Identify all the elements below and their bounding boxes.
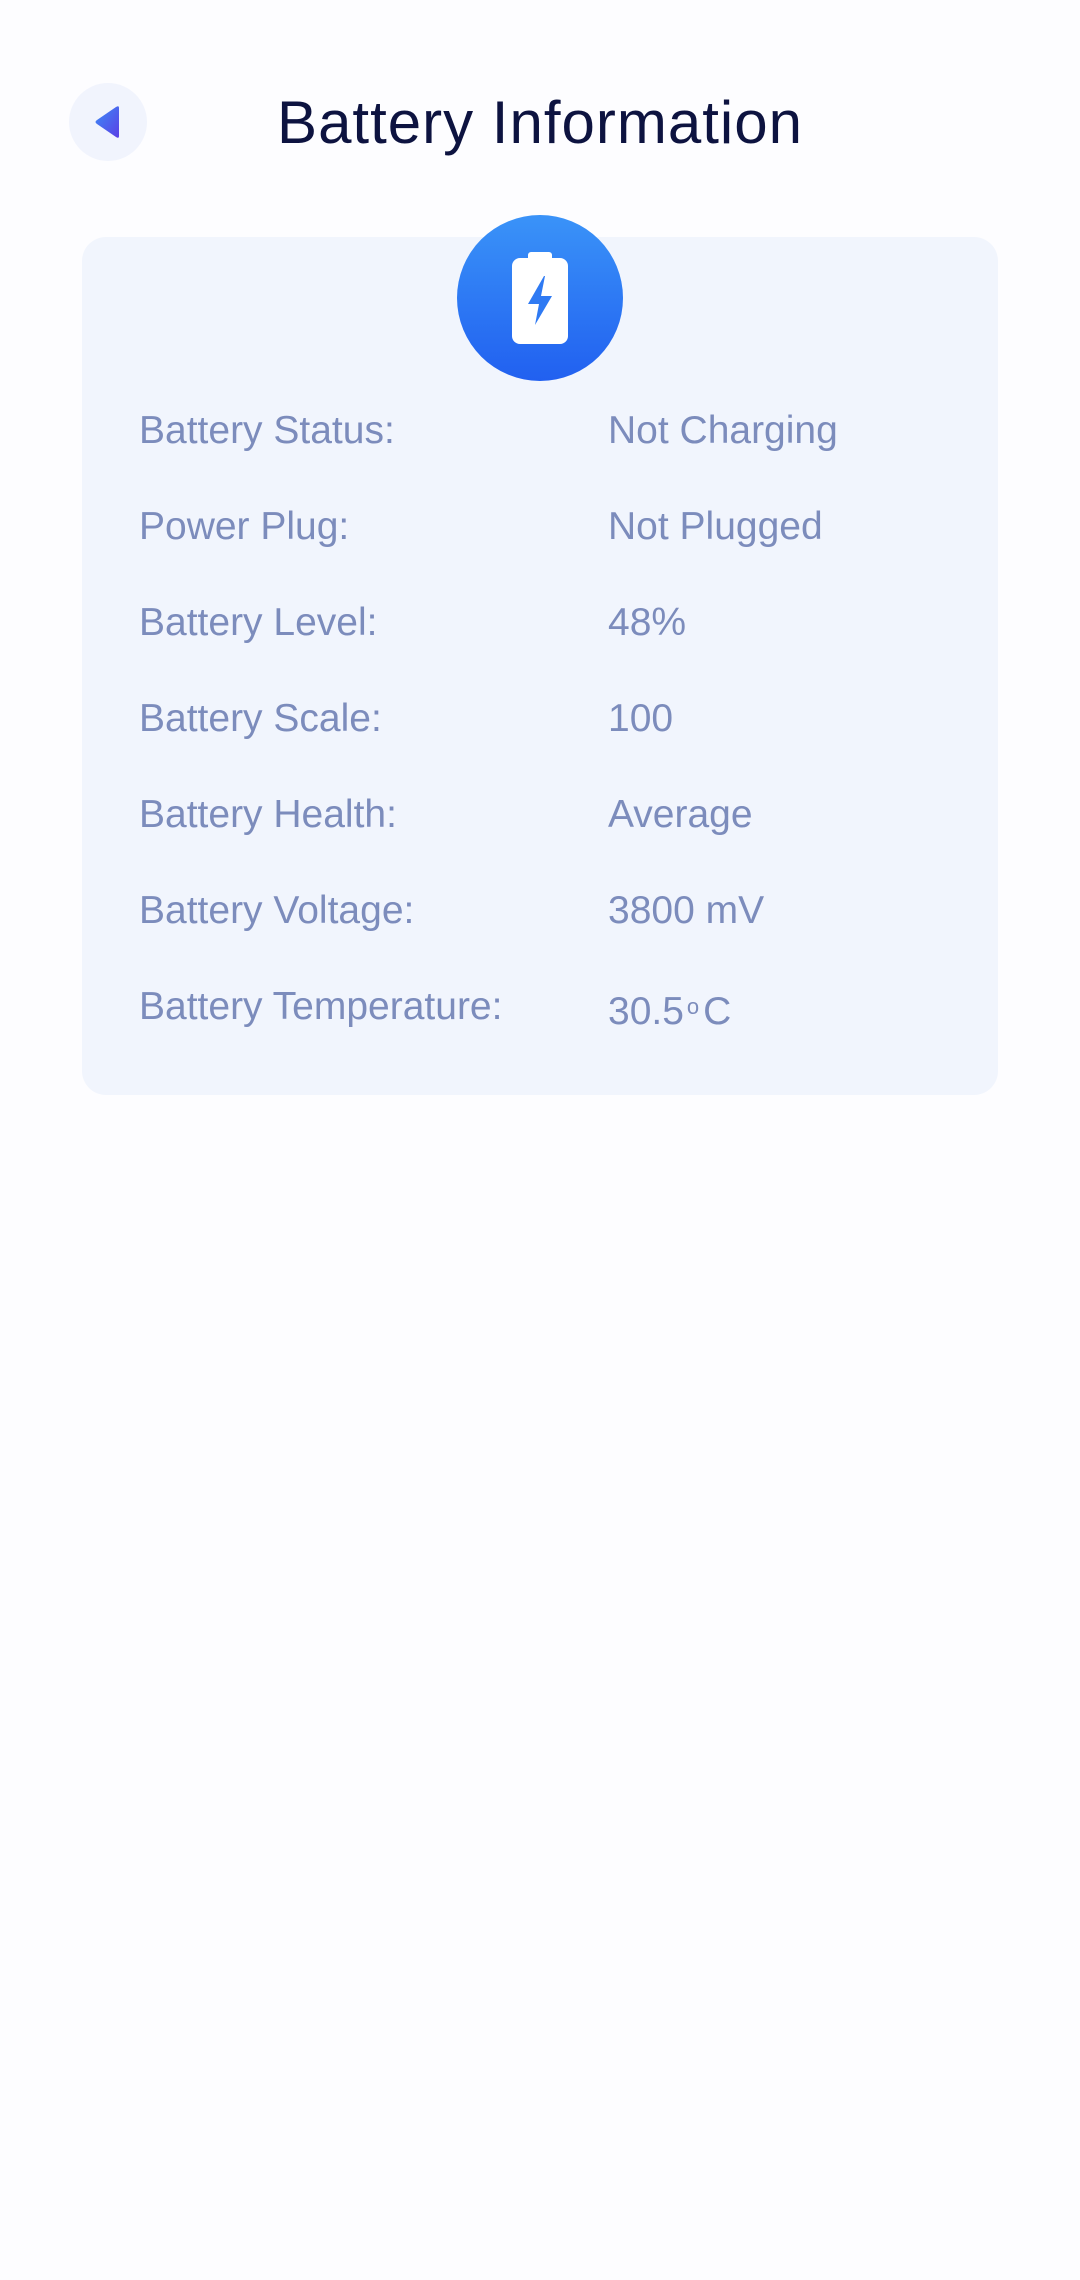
battery-scale-label: Battery Scale: xyxy=(139,697,382,740)
temperature-number: 30.5 xyxy=(608,990,684,1033)
battery-health-label: Battery Health: xyxy=(139,793,397,836)
battery-badge xyxy=(457,215,623,381)
page-title: Battery Information xyxy=(277,89,803,156)
row-battery-temperature: Battery Temperature: 30.5 o C xyxy=(139,977,989,1037)
battery-temperature-label: Battery Temperature: xyxy=(139,985,503,1028)
battery-voltage-value: 3800 mV xyxy=(608,889,765,932)
row-battery-health: Battery Health: Average xyxy=(139,785,989,845)
battery-charging-icon xyxy=(512,252,568,344)
row-battery-scale: Battery Scale: 100 xyxy=(139,689,989,749)
row-battery-status: Battery Status: Not Charging xyxy=(139,401,989,461)
row-battery-level: Battery Level: 48% xyxy=(139,593,989,653)
battery-temperature-value: 30.5 o C xyxy=(608,977,731,1042)
battery-health-value: Average xyxy=(608,793,753,836)
temperature-unit: C xyxy=(703,990,732,1033)
battery-level-value: 48% xyxy=(608,601,687,644)
degree-symbol: o xyxy=(686,994,700,1019)
app-header: Battery Information xyxy=(0,0,1080,250)
battery-scale-value: 100 xyxy=(608,697,674,740)
power-plug-label: Power Plug: xyxy=(139,505,350,548)
power-plug-value: Not Plugged xyxy=(608,505,823,548)
row-power-plug: Power Plug: Not Plugged xyxy=(139,497,989,557)
row-battery-voltage: Battery Voltage: 3800 mV xyxy=(139,881,989,941)
battery-voltage-label: Battery Voltage: xyxy=(139,889,415,932)
battery-status-label: Battery Status: xyxy=(139,409,395,452)
battery-level-label: Battery Level: xyxy=(139,601,378,644)
battery-status-value: Not Charging xyxy=(608,409,838,452)
